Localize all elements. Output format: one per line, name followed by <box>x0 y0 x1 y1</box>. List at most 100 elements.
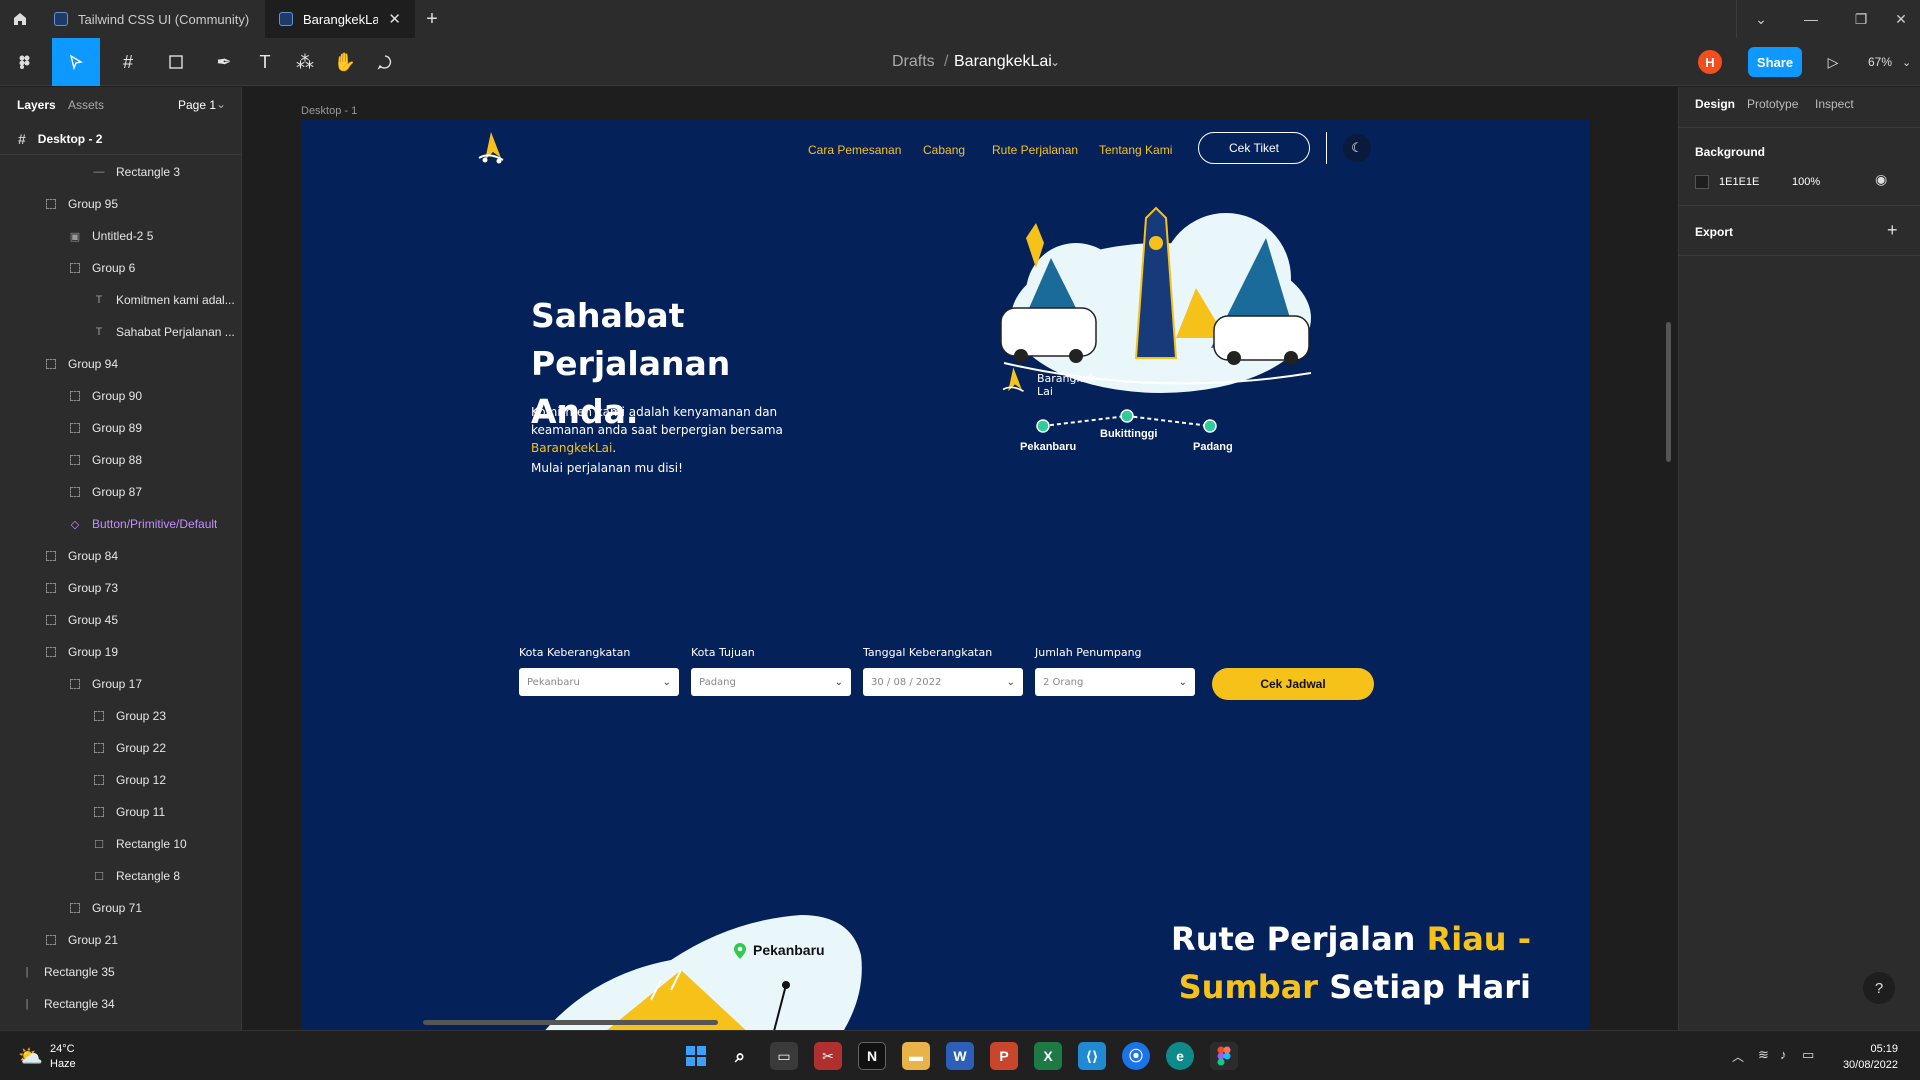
minimize-icon[interactable]: — <box>1786 0 1836 38</box>
vscode-icon[interactable]: ⟨⟩ <box>1078 1042 1106 1070</box>
snipping-tool-icon[interactable]: ✂ <box>814 1042 842 1070</box>
zoom-level[interactable]: 67% <box>1868 38 1892 86</box>
chevron-down-icon[interactable]: ⌄ <box>1050 38 1060 86</box>
layer-item[interactable]: Group 17 <box>0 668 242 700</box>
clock[interactable]: 05:19 30/08/2022 <box>1836 1041 1898 1073</box>
background-hex[interactable]: 1E1E1E <box>1719 176 1759 188</box>
tab-design[interactable]: Design <box>1695 97 1735 111</box>
chevron-down-icon[interactable]: ⌄ <box>216 97 226 111</box>
layer-item[interactable]: Group 45 <box>0 604 242 636</box>
layer-item[interactable]: ◇ Button/Primitive/Default <box>0 508 242 540</box>
rectangle-tool-icon[interactable] <box>156 38 196 86</box>
layer-item[interactable]: Group 84 <box>0 540 242 572</box>
word-icon[interactable]: W <box>946 1042 974 1070</box>
layer-item[interactable]: — Rectangle 3 <box>0 156 242 188</box>
notion-icon[interactable]: N <box>858 1042 886 1070</box>
tab-prototype[interactable]: Prototype <box>1747 97 1798 111</box>
layer-item[interactable]: Group 73 <box>0 572 242 604</box>
close-icon[interactable]: ✕ <box>388 10 401 28</box>
task-view-icon[interactable]: ▭ <box>770 1042 798 1070</box>
tab-inspect[interactable]: Inspect <box>1815 97 1854 111</box>
layer-item[interactable]: Group 22 <box>0 732 242 764</box>
layer-item[interactable]: Group 87 <box>0 476 242 508</box>
nav-cabang[interactable]: Cabang <box>923 143 965 157</box>
nav-rute-perjalanan[interactable]: Rute Perjalanan <box>992 143 1078 157</box>
tray-chevron-up-icon[interactable]: ︿ <box>1732 1048 1744 1065</box>
add-export-icon[interactable]: + <box>1887 220 1898 241</box>
frame-label[interactable]: Desktop - 1 <box>301 105 357 117</box>
canvas[interactable]: Desktop - 1 Cara Pemesanan Cabang Rute P… <box>242 87 1678 1030</box>
layer-item[interactable]: | Rectangle 35 <box>0 956 242 988</box>
hand-tool-icon[interactable]: ✋ <box>330 38 360 86</box>
background-swatch[interactable] <box>1695 175 1709 189</box>
nav-tentang-kami[interactable]: Tentang Kami <box>1099 143 1172 157</box>
layer-item[interactable]: Group 90 <box>0 380 242 412</box>
share-button[interactable]: Share <box>1748 47 1802 77</box>
wifi-icon[interactable]: ≋ <box>1758 1047 1769 1063</box>
main-menu-icon[interactable] <box>6 38 44 86</box>
volume-icon[interactable]: ♪ <box>1780 1047 1787 1062</box>
file-name[interactable]: BarangkekLai <box>954 38 1052 86</box>
select-kota-keberangkatan[interactable]: Pekanbaru ⌄ <box>519 668 679 696</box>
chevron-down-icon[interactable]: ⌄ <box>1902 38 1911 86</box>
layer-item[interactable]: T Sahabat Perjalanan ... <box>0 316 242 348</box>
window-close-icon[interactable]: ✕ <box>1876 0 1920 38</box>
layer-item[interactable]: Group 19 <box>0 636 242 668</box>
layer-item[interactable]: ▣ Untitled-2 5 <box>0 220 242 252</box>
hero-brand-link[interactable]: BarangkekLai <box>531 441 612 455</box>
text-tool-icon[interactable]: T <box>250 38 280 86</box>
select-jumlah-penumpang[interactable]: 2 Orang ⌄ <box>1035 668 1195 696</box>
layer-item[interactable]: Group 94 <box>0 348 242 380</box>
layer-item[interactable]: Group 23 <box>0 700 242 732</box>
battery-icon[interactable]: ▭ <box>1802 1047 1814 1063</box>
page-selector[interactable]: Page 1 <box>178 98 216 112</box>
horizontal-scrollbar[interactable] <box>423 1020 718 1025</box>
pen-tool-icon[interactable]: ✒ <box>204 38 244 86</box>
cek-tiket-button[interactable]: Cek Tiket <box>1198 132 1310 164</box>
home-icon[interactable] <box>0 0 40 38</box>
powerpoint-icon[interactable]: P <box>990 1042 1018 1070</box>
background-opacity[interactable]: 100% <box>1792 176 1820 188</box>
layer-item[interactable]: T Komitmen kami adal... <box>0 284 242 316</box>
file-explorer-icon[interactable]: ▬ <box>902 1042 930 1070</box>
tab-barangkeklai[interactable]: BarangkekLai ✕ <box>265 0 415 38</box>
excel-icon[interactable]: X <box>1034 1042 1062 1070</box>
layer-item[interactable]: ☐ Rectangle 8 <box>0 860 242 892</box>
present-play-icon[interactable]: ▷ <box>1820 38 1846 86</box>
windows-start-icon[interactable] <box>682 1042 710 1070</box>
weather-icon[interactable]: ⛅ <box>18 1044 43 1069</box>
new-tab-button[interactable]: + <box>415 8 449 31</box>
resources-tool-icon[interactable]: ⁂ <box>290 38 320 86</box>
frame-layer[interactable]: # Desktop - 2 <box>0 123 242 155</box>
breadcrumb-drafts[interactable]: Drafts <box>892 38 935 86</box>
nav-cara-pemesanan[interactable]: Cara Pemesanan <box>808 143 901 157</box>
layer-item[interactable]: Group 6 <box>0 252 242 284</box>
layer-item[interactable]: Group 21 <box>0 924 242 956</box>
layer-item[interactable]: Group 71 <box>0 892 242 924</box>
select-kota-tujuan[interactable]: Padang ⌄ <box>691 668 851 696</box>
layer-item[interactable]: ☐ Rectangle 10 <box>0 828 242 860</box>
layer-item[interactable]: Group 11 <box>0 796 242 828</box>
comment-tool-icon[interactable] <box>370 38 400 86</box>
date-tanggal[interactable]: 30 / 08 / 2022 ⌄ <box>863 668 1023 696</box>
site-logo-icon[interactable] <box>473 128 513 173</box>
layer-item[interactable]: Group 12 <box>0 764 242 796</box>
tab-layers[interactable]: Layers <box>17 98 56 112</box>
layer-item[interactable]: | Rectangle 34 <box>0 988 242 1020</box>
search-icon[interactable]: ⌕ <box>726 1042 754 1070</box>
desktop-frame[interactable]: Cara Pemesanan Cabang Rute Perjalanan Te… <box>301 120 1590 1030</box>
tab-assets[interactable]: Assets <box>68 98 104 112</box>
cek-jadwal-button[interactable]: Cek Jadwal <box>1212 668 1374 700</box>
frame-tool-icon[interactable]: # <box>108 38 148 86</box>
vertical-scrollbar[interactable] <box>1666 322 1671 462</box>
eye-icon[interactable]: ◉ <box>1875 171 1887 188</box>
move-tool-icon[interactable] <box>52 38 100 86</box>
help-button[interactable]: ? <box>1863 972 1895 1004</box>
figma-icon[interactable] <box>1210 1042 1238 1070</box>
avatar[interactable]: H <box>1698 50 1722 74</box>
layer-item[interactable]: Group 95 <box>0 188 242 220</box>
layer-item[interactable]: Group 88 <box>0 444 242 476</box>
maps-icon[interactable]: ⦿ <box>1122 1042 1150 1070</box>
edge-icon[interactable]: e <box>1166 1042 1194 1070</box>
dark-mode-icon[interactable]: ☾ <box>1343 134 1371 162</box>
